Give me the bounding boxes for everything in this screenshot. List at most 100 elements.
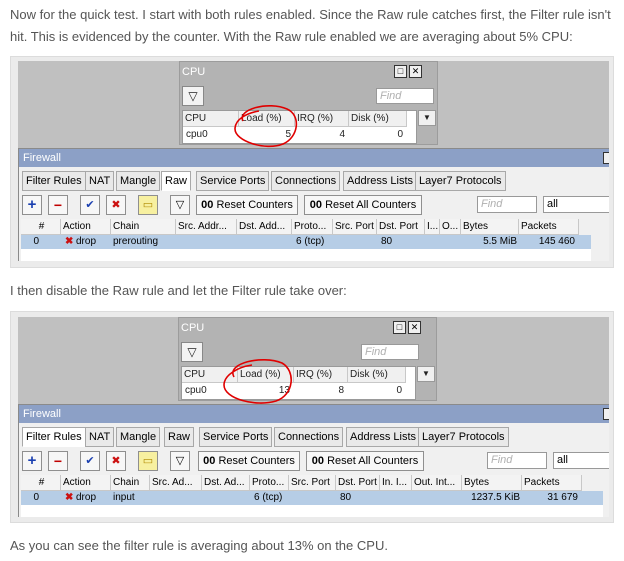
- column-header-action[interactable]: Action: [61, 475, 111, 491]
- disable-cross-icon[interactable]: ✖: [106, 451, 126, 471]
- column-header-dst-address[interactable]: Dst. Add...: [237, 219, 292, 235]
- counter-icon: 00: [203, 455, 216, 467]
- cpu-find-input[interactable]: Find: [376, 88, 434, 104]
- action-cell: drop: [76, 236, 97, 247]
- comment-icon[interactable]: ▭: [138, 451, 158, 471]
- cpu-window: CPU □ ✕ ▽ Find CPU Load (%) IRQ (%) Disk…: [178, 317, 437, 401]
- filter-icon[interactable]: ▽: [170, 195, 190, 215]
- filter-icon[interactable]: ▽: [182, 86, 204, 106]
- cpu-window-title: CPU: [182, 66, 206, 78]
- enable-check-icon[interactable]: ✔: [80, 195, 100, 215]
- bytes-cell: 1237.5 KiB: [471, 492, 520, 503]
- firewall-find-input[interactable]: Find: [487, 452, 547, 469]
- chain-cell: input: [113, 492, 135, 503]
- column-header-in-interface[interactable]: In. I...: [380, 475, 412, 491]
- tab-service-ports[interactable]: Service Ports: [199, 427, 273, 447]
- column-header-number[interactable]: #: [21, 219, 61, 235]
- tab-filter-rules[interactable]: Filter Rules: [22, 171, 86, 191]
- column-header-packets[interactable]: Packets: [522, 475, 582, 491]
- reset-counters-button[interactable]: 00 Reset Counters: [196, 195, 298, 215]
- irq-column-header[interactable]: IRQ (%): [294, 367, 348, 383]
- remove-icon[interactable]: −: [48, 195, 68, 215]
- column-header-out-interface[interactable]: Out. Int...: [412, 475, 462, 491]
- column-header-protocol[interactable]: Proto...: [292, 219, 333, 235]
- close-icon[interactable]: [603, 408, 609, 420]
- column-header-src-port[interactable]: Src. Port: [333, 219, 377, 235]
- disable-cross-icon[interactable]: ✖: [106, 195, 126, 215]
- tab-address-lists[interactable]: Address Lists: [346, 427, 421, 447]
- scope-select[interactable]: all: [543, 196, 609, 213]
- restore-icon[interactable]: □: [394, 65, 407, 78]
- column-header-protocol[interactable]: Proto...: [250, 475, 289, 491]
- column-header-bytes[interactable]: Bytes: [462, 475, 522, 491]
- cpu-find-input[interactable]: Find: [361, 344, 419, 360]
- add-icon[interactable]: +: [22, 195, 42, 215]
- tab-nat[interactable]: NAT: [85, 171, 115, 191]
- rule-number-cell: 0: [33, 236, 39, 247]
- counter-icon: 00: [311, 455, 325, 467]
- column-header-packets[interactable]: Packets: [519, 219, 579, 235]
- cpu-column-header[interactable]: CPU: [182, 367, 238, 383]
- column-header-src-address[interactable]: Src. Ad...: [150, 475, 202, 491]
- close-icon[interactable]: ✕: [408, 321, 421, 334]
- column-header-src-port[interactable]: Src. Port: [289, 475, 336, 491]
- enable-check-icon[interactable]: ✔: [80, 451, 100, 471]
- remove-icon[interactable]: −: [48, 451, 68, 471]
- disk-column-header[interactable]: Disk (%): [348, 367, 406, 383]
- column-header-in-interface[interactable]: I...: [425, 219, 440, 235]
- tab-address-lists[interactable]: Address Lists: [343, 171, 418, 191]
- tab-connections[interactable]: Connections: [274, 427, 344, 447]
- firewall-find-input[interactable]: Find: [477, 196, 537, 213]
- tab-mangle[interactable]: Mangle: [116, 427, 161, 447]
- column-header-chain[interactable]: Chain: [111, 219, 176, 235]
- irq-column-header[interactable]: IRQ (%): [295, 111, 349, 127]
- column-header-dst-port[interactable]: Dst. Port: [336, 475, 380, 491]
- add-icon[interactable]: +: [22, 451, 42, 471]
- reset-all-counters-button[interactable]: 00 Reset All Counters: [306, 451, 424, 471]
- screenshot-filter-rule: CPU □ ✕ ▽ Find CPU Load (%) IRQ (%) Disk…: [10, 311, 614, 523]
- tab-raw[interactable]: Raw: [161, 171, 192, 191]
- load-column-header[interactable]: Load (%): [239, 111, 295, 127]
- tab-layer7-protocols[interactable]: Layer7 Protocols: [418, 427, 509, 447]
- column-header-dst-port[interactable]: Dst. Port: [377, 219, 425, 235]
- column-header-chain[interactable]: Chain: [111, 475, 150, 491]
- reset-counters-label: Reset Counters: [216, 199, 293, 211]
- reset-all-counters-button[interactable]: 00 Reset All Counters: [304, 195, 422, 215]
- filter-icon[interactable]: ▽: [181, 342, 203, 362]
- restore-icon[interactable]: □: [393, 321, 406, 334]
- column-header-out-interface[interactable]: O...: [440, 219, 461, 235]
- winbox-screen: CPU □ ✕ ▽ Find CPU Load (%) IRQ (%) Disk…: [18, 61, 609, 261]
- cpu-column-header[interactable]: CPU: [183, 111, 239, 127]
- column-header-dst-address[interactable]: Dst. Ad...: [202, 475, 250, 491]
- tab-filter-rules[interactable]: Filter Rules: [22, 427, 86, 447]
- cpu-table: CPU Load (%) IRQ (%) Disk (%) cpu0 5 4 0: [182, 110, 417, 144]
- tab-service-ports[interactable]: Service Ports: [196, 171, 270, 191]
- chevron-down-icon[interactable]: ▼: [418, 110, 436, 126]
- column-header-number[interactable]: #: [21, 475, 61, 491]
- reset-all-counters-label: Reset All Counters: [325, 199, 417, 211]
- column-header-bytes[interactable]: Bytes: [461, 219, 519, 235]
- close-icon[interactable]: [603, 152, 609, 164]
- protocol-cell: 6 (tcp): [254, 492, 283, 503]
- reset-counters-button[interactable]: 00 Reset Counters: [198, 451, 300, 471]
- tab-mangle[interactable]: Mangle: [116, 171, 161, 191]
- tab-raw[interactable]: Raw: [164, 427, 195, 447]
- empty-row: [21, 505, 603, 517]
- comment-icon[interactable]: ▭: [138, 195, 158, 215]
- scope-select[interactable]: all: [553, 452, 609, 469]
- intro-paragraph: Now for the quick test. I start with bot…: [10, 7, 611, 44]
- filter-icon[interactable]: ▽: [170, 451, 190, 471]
- load-column-header[interactable]: Load (%): [238, 367, 294, 383]
- close-icon[interactable]: ✕: [409, 65, 422, 78]
- tab-connections[interactable]: Connections: [271, 171, 341, 191]
- cpu-table: CPU Load (%) IRQ (%) Disk (%) cpu0 13 8 …: [181, 366, 416, 400]
- disk-column-header[interactable]: Disk (%): [349, 111, 407, 127]
- bytes-cell: 5.5 MiB: [483, 236, 517, 247]
- chevron-down-icon[interactable]: ▼: [417, 366, 435, 382]
- column-header-action[interactable]: Action: [61, 219, 111, 235]
- winbox-screen: CPU □ ✕ ▽ Find CPU Load (%) IRQ (%) Disk…: [18, 317, 609, 517]
- chain-cell: prerouting: [113, 236, 159, 247]
- column-header-src-address[interactable]: Src. Addr...: [176, 219, 237, 235]
- tab-layer7-protocols[interactable]: Layer7 Protocols: [415, 171, 506, 191]
- tab-nat[interactable]: NAT: [85, 427, 115, 447]
